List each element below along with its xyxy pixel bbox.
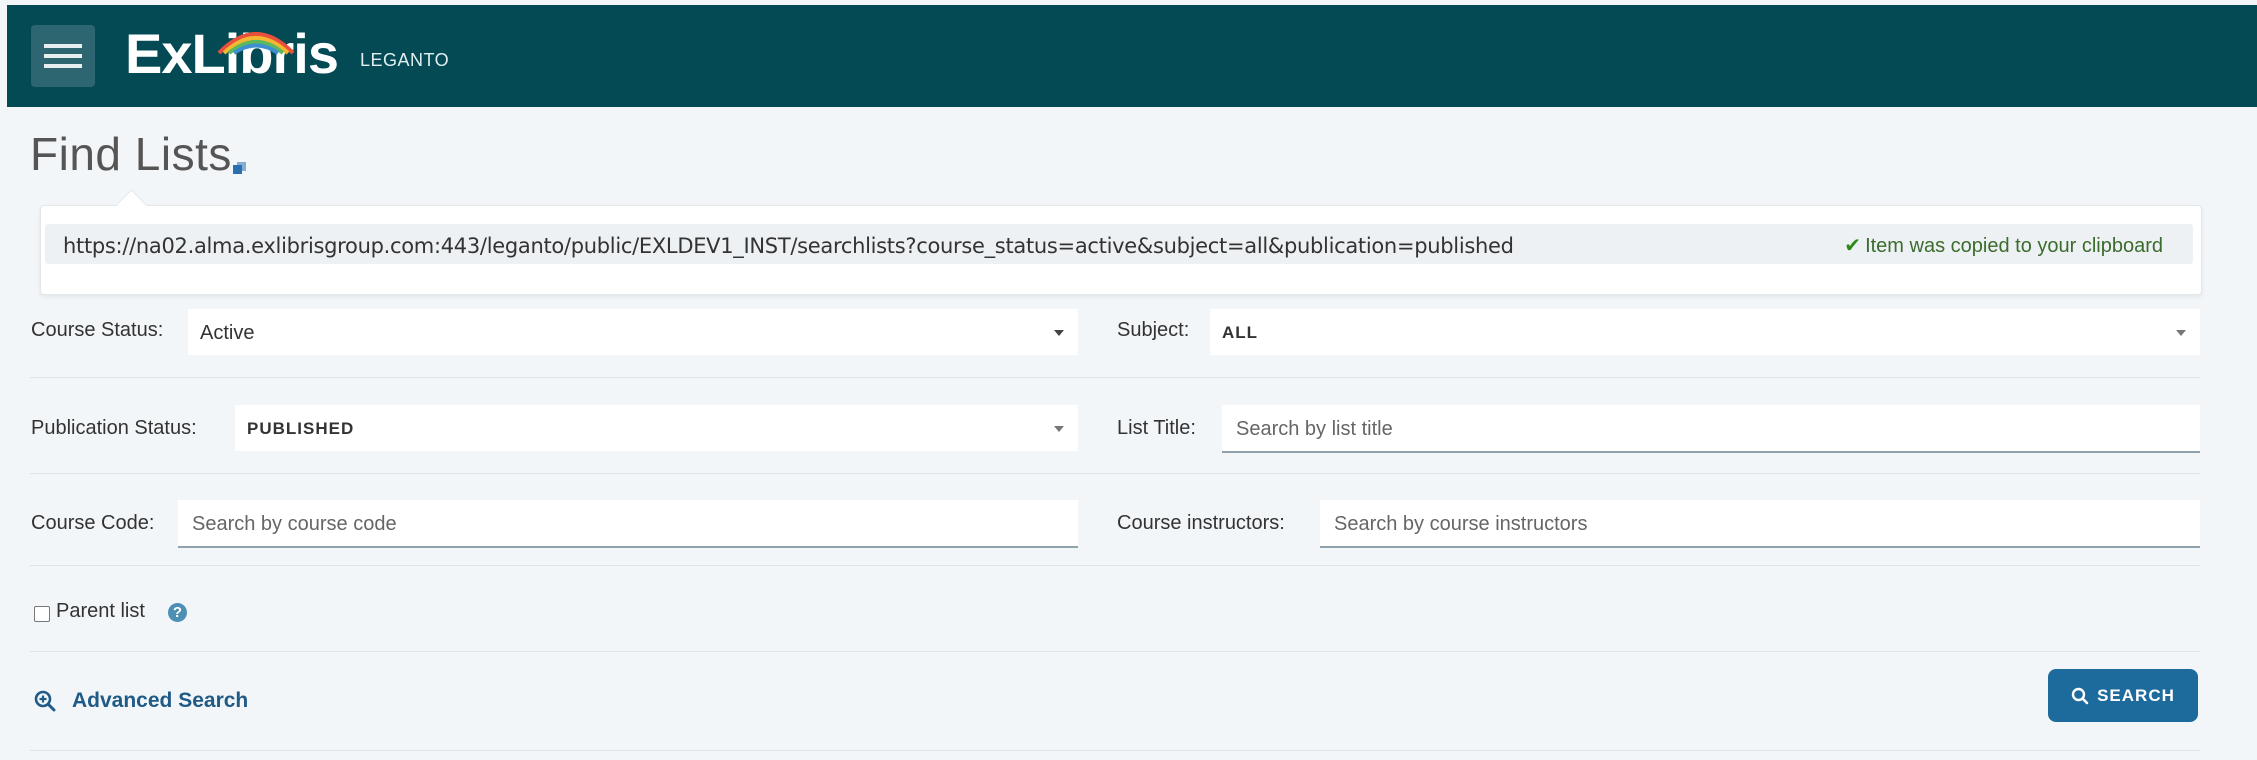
dropdown-caret-icon <box>1054 330 1064 336</box>
course-instructors-input[interactable]: Search by course instructors <box>1320 500 2200 548</box>
course-instructors-label: Course instructors: <box>1117 512 1285 534</box>
publication-status-label: Publication Status: <box>31 417 197 439</box>
rainbow-arc-icon <box>217 32 295 55</box>
row-divider <box>30 651 2200 652</box>
subject-label: Subject: <box>1117 319 1190 341</box>
hamburger-menu-button[interactable] <box>31 25 95 87</box>
subject-value: ALL <box>1222 323 1259 342</box>
row-divider <box>30 473 2200 474</box>
search-icon <box>2071 687 2089 704</box>
publication-status-select[interactable]: PUBLISHED <box>235 405 1078 451</box>
course-code-input[interactable]: Search by course code <box>178 500 1078 548</box>
dropdown-caret-icon <box>1054 426 1064 432</box>
list-title-input[interactable]: Search by list title <box>1222 405 2200 453</box>
course-status-value: Active <box>200 322 255 344</box>
check-icon: ✔ <box>1844 235 1862 257</box>
dropdown-caret-icon <box>2176 330 2186 336</box>
copied-url-popover: https://na02.alma.exlibrisgroup.com:443/… <box>40 205 2202 295</box>
parent-list-checkbox[interactable] <box>34 606 50 622</box>
course-instructors-placeholder: Search by course instructors <box>1334 513 1588 535</box>
hamburger-line <box>44 64 82 68</box>
search-button[interactable]: SEARCH <box>2048 669 2198 722</box>
course-status-select[interactable]: Active <box>188 309 1078 355</box>
hamburger-line <box>44 54 82 58</box>
course-code-label: Course Code: <box>31 512 155 534</box>
hamburger-line <box>44 44 82 48</box>
zoom-plus-icon <box>34 690 56 712</box>
list-title-label: List Title: <box>1117 417 1196 439</box>
copied-message: Item was copied to your clipboard <box>1865 235 2163 257</box>
advanced-search-label: Advanced Search <box>72 689 249 712</box>
subject-select[interactable]: ALL <box>1210 309 2200 355</box>
row-divider <box>30 377 2200 378</box>
copied-confirmation: ✔ Item was copied to your clipboard <box>1844 224 2163 268</box>
copy-link-icon[interactable] <box>232 160 248 176</box>
page-title: Find Lists <box>30 128 232 180</box>
search-button-label: SEARCH <box>2097 685 2175 705</box>
top-navigation-bar: ExLibris LEGANTO <box>7 5 2257 107</box>
question-circle-icon[interactable]: ? <box>168 603 187 622</box>
publication-status-value: PUBLISHED <box>247 419 355 438</box>
advanced-search-link[interactable]: Advanced Search <box>34 686 248 716</box>
course-status-label: Course Status: <box>31 319 164 341</box>
row-divider <box>30 750 2200 751</box>
parent-list-label[interactable]: Parent list <box>56 600 145 623</box>
list-title-placeholder: Search by list title <box>1236 418 1393 440</box>
product-name: LEGANTO <box>359 50 450 70</box>
search-url-text[interactable]: https://na02.alma.exlibrisgroup.com:443/… <box>63 224 1514 268</box>
url-box[interactable]: https://na02.alma.exlibrisgroup.com:443/… <box>45 224 2193 264</box>
row-divider <box>30 565 2200 566</box>
brand-logo[interactable]: ExLibris LEGANTO <box>125 19 449 89</box>
course-code-placeholder: Search by course code <box>192 513 397 535</box>
